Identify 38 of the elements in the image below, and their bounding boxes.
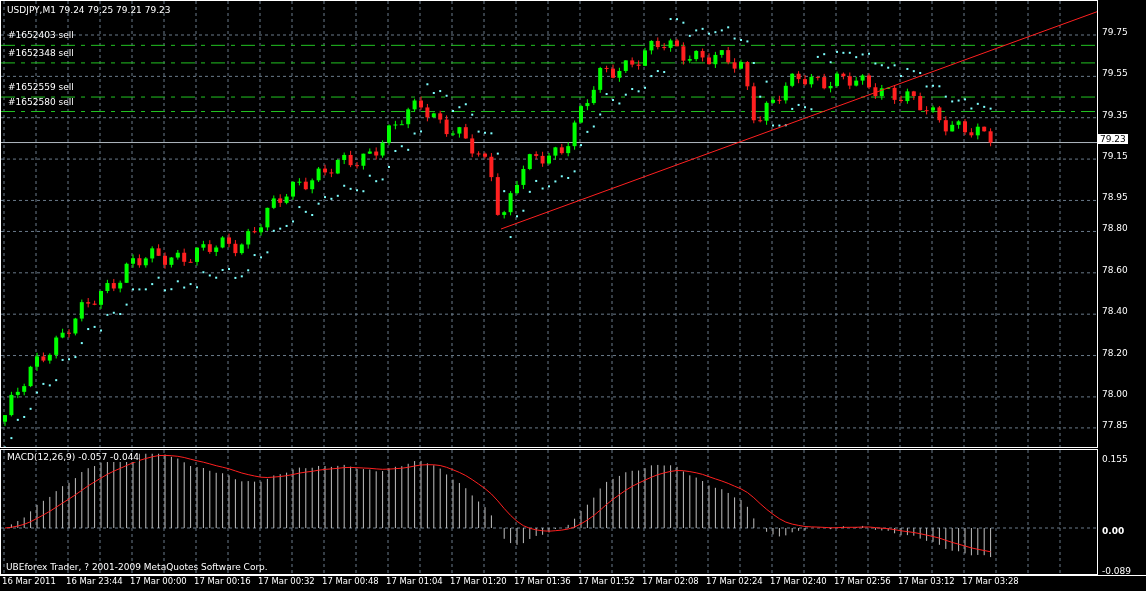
time-label: 17 Mar 00:48 <box>322 576 380 588</box>
current-price-label: 79.23 <box>1098 133 1128 144</box>
time-label: 17 Mar 00:32 <box>258 576 316 588</box>
time-label: 17 Mar 03:12 <box>898 576 956 588</box>
order-label: #1652348 sell <box>8 47 74 58</box>
order-label: #1652403 sell <box>8 30 74 41</box>
symbol-info: USDJPY,M1 79.24 79.25 79.21 79.23 <box>7 5 171 15</box>
price-label: 78.80 <box>1102 223 1128 234</box>
order-label: #1652580 sell <box>8 96 74 107</box>
time-label: 17 Mar 01:52 <box>578 576 636 588</box>
price-label: 78.00 <box>1102 388 1128 399</box>
time-label: 17 Mar 03:28 <box>962 576 1020 588</box>
time-label: 16 Mar 2011 <box>2 576 57 588</box>
macd-value-label: -0.089 <box>1102 566 1131 576</box>
time-label: 17 Mar 02:24 <box>706 576 764 588</box>
time-label: 17 Mar 02:08 <box>642 576 700 588</box>
time-label: 17 Mar 00:00 <box>130 576 188 588</box>
price-label: 79.55 <box>1102 68 1128 79</box>
macd-label: MACD(12,26,9) -0.057 -0.044 <box>7 452 140 462</box>
price-label: 77.85 <box>1102 419 1128 430</box>
price-label: 78.60 <box>1102 264 1128 275</box>
price-label: 79.15 <box>1102 151 1128 162</box>
time-label: 17 Mar 01:04 <box>386 576 444 588</box>
time-label: 17 Mar 01:20 <box>450 576 508 588</box>
macd-value-label: 0.00 <box>1102 526 1125 536</box>
copyright-text: UBEforex Trader, ? 2001-2009 MetaQuotes Software Corp. <box>6 562 268 572</box>
time-label: 16 Mar 23:44 <box>66 576 124 588</box>
price-label: 79.35 <box>1102 109 1128 120</box>
price-label: 78.20 <box>1102 347 1128 358</box>
time-label: 17 Mar 01:36 <box>514 576 572 588</box>
price-label: 79.75 <box>1102 27 1128 37</box>
macd-value-label: 0.155 <box>1102 454 1128 464</box>
price-label: 78.40 <box>1102 306 1128 317</box>
time-label: 17 Mar 00:16 <box>194 576 252 588</box>
time-label: 17 Mar 02:40 <box>770 576 828 588</box>
price-label: 78.95 <box>1102 192 1128 203</box>
order-label: #1652559 sell <box>8 82 74 93</box>
time-label: 17 Mar 02:56 <box>834 576 892 588</box>
